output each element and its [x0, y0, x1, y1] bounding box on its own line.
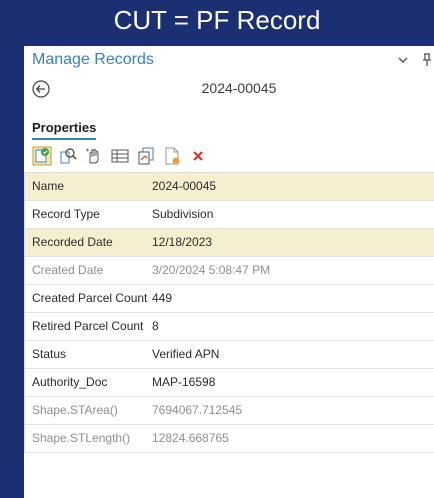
row-left-border: [24, 257, 25, 284]
manage-records-pane: Manage Records 2024-00045 Properties Nam…: [24, 46, 434, 498]
property-row[interactable]: Created Date 3/20/2024 5:08:47 PM: [24, 257, 434, 285]
row-left-border: [24, 369, 25, 396]
property-label: Shape.STLength(): [32, 431, 131, 445]
property-row[interactable]: Record Type Subdivision: [24, 201, 434, 229]
property-value[interactable]: 8: [152, 313, 159, 340]
property-row[interactable]: Recorded Date 12/18/2023: [24, 229, 434, 257]
zoom-record-icon[interactable]: [58, 146, 78, 166]
property-value[interactable]: 12824.668765: [152, 425, 229, 452]
property-value[interactable]: 7694067.712545: [152, 397, 242, 424]
property-label: Record Type: [32, 207, 100, 221]
property-row[interactable]: Created Parcel Count 449: [24, 285, 434, 313]
property-value[interactable]: 449: [152, 285, 172, 312]
select-features-icon[interactable]: [84, 146, 104, 166]
property-value[interactable]: MAP-16598: [152, 369, 215, 396]
attribute-table-icon[interactable]: [110, 146, 130, 166]
property-row[interactable]: Shape.STArea() 7694067.712545: [24, 397, 434, 425]
new-record-icon[interactable]: [162, 146, 182, 166]
record-id-heading: 2024-00045: [201, 80, 277, 96]
property-label: Recorded Date: [32, 235, 113, 249]
pane-title: Manage Records: [32, 51, 154, 68]
property-label: Created Parcel Count: [32, 291, 148, 305]
row-left-border: [24, 201, 25, 228]
records-toolbar: [32, 146, 432, 168]
property-value[interactable]: 2024-00045: [152, 173, 216, 200]
row-left-border: [24, 341, 25, 368]
property-row[interactable]: Authority_Doc MAP-16598: [24, 369, 434, 397]
property-row[interactable]: Status Verified APN: [24, 341, 434, 369]
record-active-icon[interactable]: [32, 146, 52, 166]
property-value[interactable]: Subdivision: [152, 201, 213, 228]
property-label: Created Date: [32, 263, 104, 277]
pin-icon[interactable]: [420, 52, 434, 68]
pane-header: Manage Records: [24, 46, 434, 76]
property-label: Shape.STArea(): [32, 403, 118, 417]
property-label: Retired Parcel Count: [32, 319, 144, 333]
row-left-border: [24, 173, 25, 200]
property-value[interactable]: Verified APN: [152, 341, 219, 368]
property-row[interactable]: Name 2024-00045: [24, 173, 434, 201]
tab-properties[interactable]: Properties: [32, 120, 97, 140]
property-value[interactable]: 3/20/2024 5:08:47 PM: [152, 257, 270, 284]
property-value[interactable]: 12/18/2023: [152, 229, 212, 256]
row-left-border: [24, 397, 25, 424]
row-left-border: [24, 313, 25, 340]
chevron-down-icon[interactable]: [396, 53, 410, 67]
row-left-border: [24, 229, 25, 256]
row-left-border: [24, 425, 25, 452]
property-label: Status: [32, 347, 67, 361]
property-row[interactable]: Retired Parcel Count 8: [24, 313, 434, 341]
row-left-border: [24, 285, 25, 312]
properties-table: Name 2024-00045 Record Type Subdivision Reco…: [24, 172, 434, 453]
property-row[interactable]: Shape.STLength() 12824.668765: [24, 425, 434, 453]
copy-lines-icon[interactable]: [136, 146, 156, 166]
delete-icon[interactable]: [188, 146, 208, 166]
property-label: Name: [32, 179, 65, 193]
slide-title: CUT = PF Record: [113, 5, 321, 35]
property-label: Authority_Doc: [32, 375, 108, 389]
